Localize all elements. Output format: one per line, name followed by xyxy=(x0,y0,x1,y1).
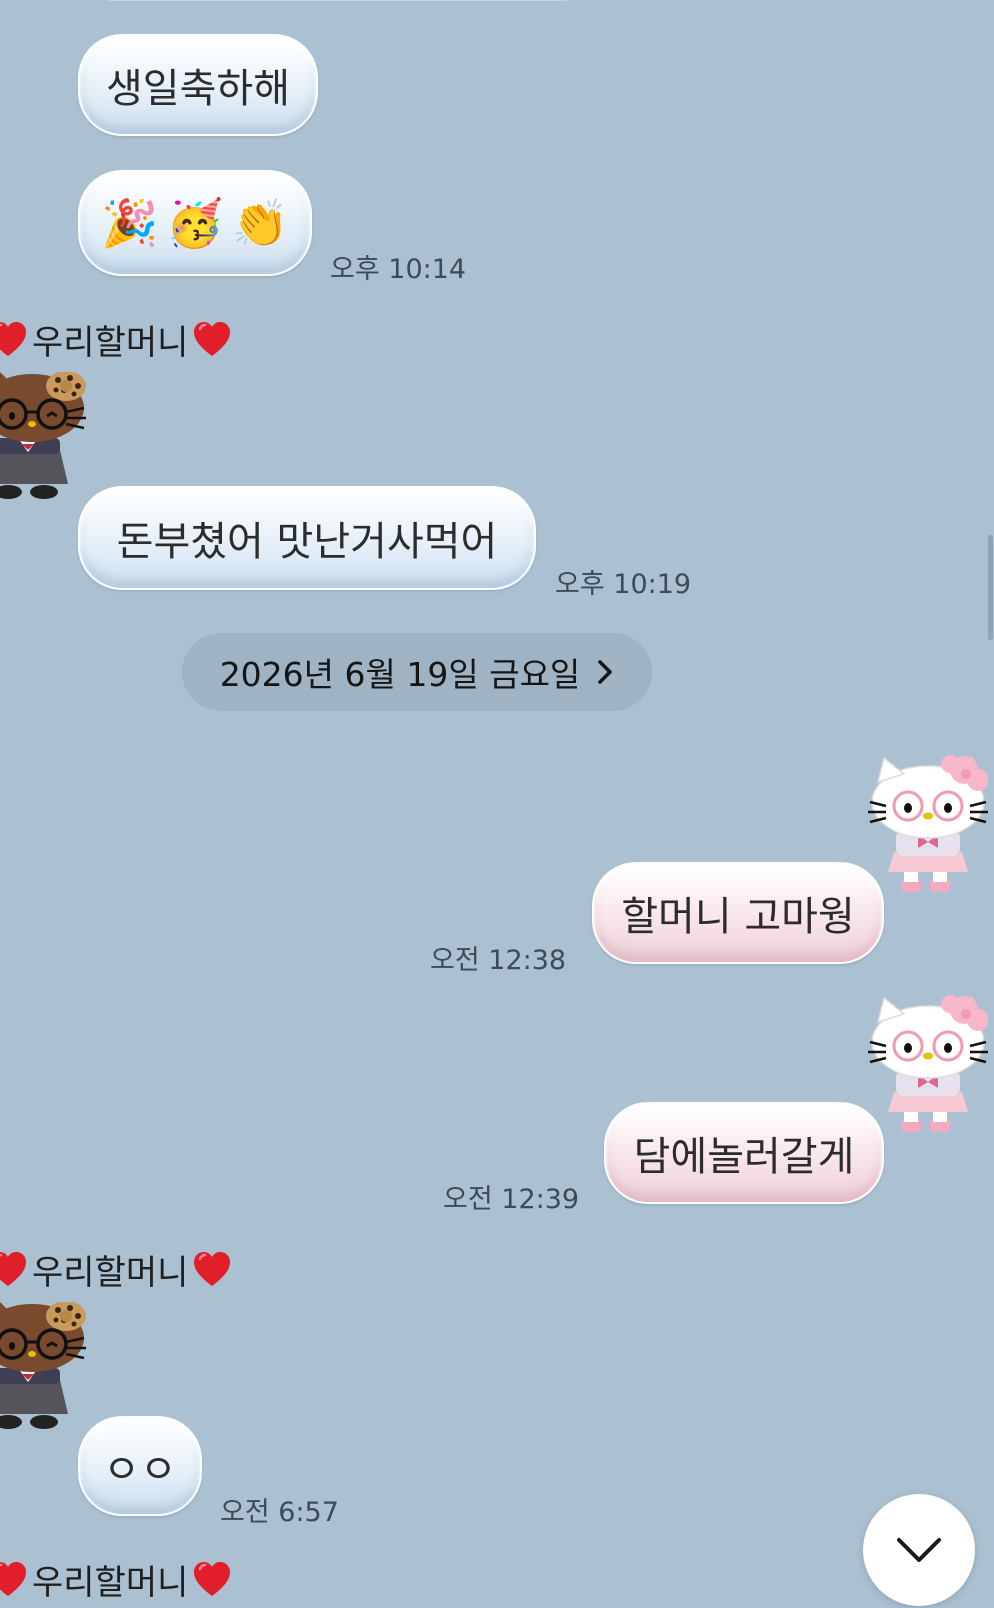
sender-name: 우리할머니 xyxy=(32,323,189,363)
message-bubble[interactable]: 🎉 🥳 👏 xyxy=(78,170,312,276)
scroll-to-bottom-button[interactable] xyxy=(863,1494,975,1606)
party-popper-emoji: 🎉 xyxy=(101,195,159,250)
chevron-down-icon xyxy=(897,1538,941,1562)
heart-icon xyxy=(192,1560,232,1600)
top-divider xyxy=(108,0,568,1)
sender-name-label: 우리할머니 xyxy=(0,1555,232,1604)
message-time: 오후 10:19 xyxy=(555,569,692,600)
message-time: 오전 6:57 xyxy=(220,1497,339,1528)
sender-avatar[interactable] xyxy=(0,372,95,522)
message-bubble[interactable]: 생일축하해 xyxy=(78,34,318,136)
scrollbar[interactable] xyxy=(988,535,993,640)
message-text: 할머니 고마웡 xyxy=(621,894,855,940)
partying-face-emoji: 🥳 xyxy=(166,195,224,250)
my-message-bubble[interactable]: 할머니 고마웡 xyxy=(592,862,884,964)
sender-name-label: 우리할머니 xyxy=(0,315,232,364)
my-avatar[interactable] xyxy=(868,752,988,897)
sender-avatar[interactable] xyxy=(0,1302,95,1452)
sender-name: 우리할머니 xyxy=(32,1563,189,1603)
date-text: 2026년 6월 19일 금요일 xyxy=(219,655,581,694)
date-divider[interactable]: 2026년 6월 19일 금요일 xyxy=(182,633,652,711)
message-text: 담에놀러갈게 xyxy=(633,1134,855,1180)
chevron-right-icon xyxy=(598,660,613,684)
heart-icon xyxy=(192,320,232,360)
heart-icon xyxy=(0,1250,28,1290)
heart-icon xyxy=(0,320,28,360)
message-bubble[interactable]: ㅇㅇ xyxy=(78,1416,202,1516)
heart-icon xyxy=(0,1560,28,1600)
message-text: 생일축하해 xyxy=(106,66,290,112)
message-bubble[interactable]: 돈부쳤어 맛난거사먹어 xyxy=(78,486,536,590)
heart-icon xyxy=(192,1250,232,1290)
my-avatar[interactable] xyxy=(868,992,988,1137)
clapping-hands-emoji: 👏 xyxy=(231,195,289,250)
message-time: 오전 12:38 xyxy=(430,945,567,976)
my-message-bubble[interactable]: 담에놀러갈게 xyxy=(604,1102,884,1204)
message-time: 오전 12:39 xyxy=(443,1184,580,1215)
sender-name-label: 우리할머니 xyxy=(0,1245,232,1294)
message-time: 오후 10:14 xyxy=(330,254,467,285)
message-text: ㅇㅇ xyxy=(103,1447,177,1493)
message-text: 돈부쳤어 맛난거사먹어 xyxy=(116,519,498,565)
sender-name: 우리할머니 xyxy=(32,1253,189,1293)
